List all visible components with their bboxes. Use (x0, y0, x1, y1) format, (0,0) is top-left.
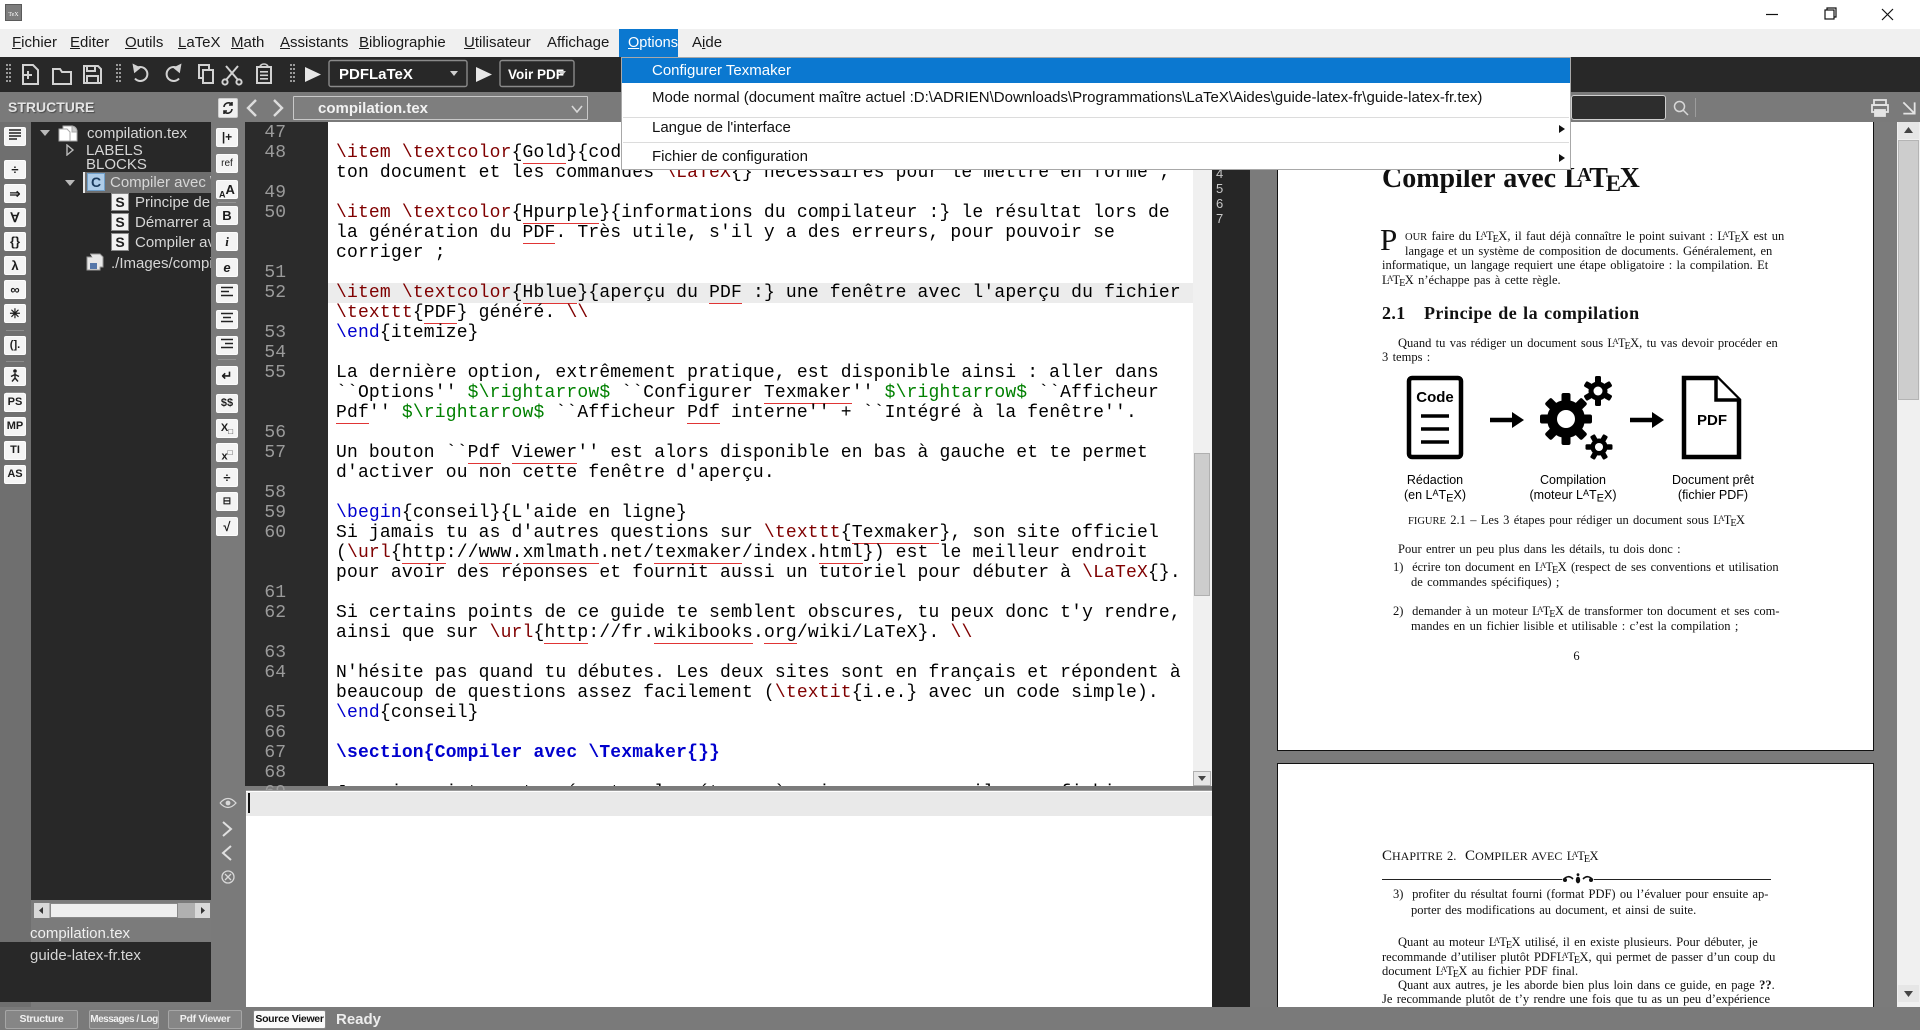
svg-text:Rédaction: Rédaction (1407, 473, 1463, 487)
svg-text:Compilation: Compilation (1540, 473, 1606, 487)
svg-text:(en LATEX): (en LATEX) (1404, 488, 1466, 505)
svg-text:Code: Code (1416, 389, 1454, 406)
svg-text:Document prêt: Document prêt (1672, 473, 1755, 487)
svg-text:PDF: PDF (1697, 412, 1727, 429)
svg-text:(moteur LATEX): (moteur LATEX) (1530, 488, 1617, 505)
svg-text:(fichier PDF): (fichier PDF) (1678, 488, 1748, 502)
